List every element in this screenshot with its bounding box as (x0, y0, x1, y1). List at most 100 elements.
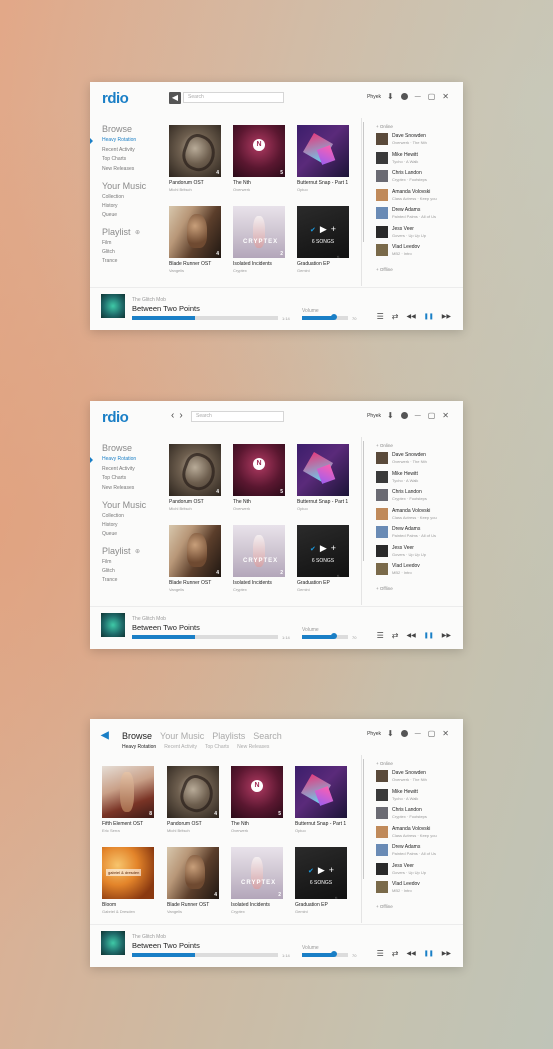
sidebar-item[interactable]: Recent Activity (102, 466, 135, 472)
sidebar-item[interactable]: Top Charts (102, 156, 126, 162)
album-title[interactable]: Butternut Snap - Part 1 (297, 499, 348, 505)
previous-icon[interactable]: ◀◀ (406, 950, 415, 957)
volume-slider[interactable] (302, 633, 348, 639)
forward-arrow-icon[interactable]: › (179, 410, 182, 421)
minimize-icon[interactable]: — (415, 413, 421, 419)
add-icon[interactable]: + (329, 865, 334, 875)
sidebar-item[interactable]: History (102, 203, 118, 209)
check-icon[interactable]: ✔ (310, 546, 316, 553)
sidebar-item[interactable]: Recent Activity (102, 147, 135, 153)
add-playlist-icon[interactable]: ⊕ (135, 548, 140, 555)
album-cover[interactable]: ✔ ▶ +6 SONGS ↖ (295, 847, 347, 899)
album-artist[interactable]: Gabriel & Dresden (102, 909, 135, 914)
album-artist[interactable]: Vangelis (169, 587, 184, 592)
user-name[interactable]: Phyek (367, 731, 381, 737)
album-artist[interactable]: Opiuo (295, 828, 306, 833)
subtab-3[interactable]: New Releases (237, 744, 269, 750)
album-title[interactable]: Graduation EP (295, 902, 328, 908)
album-cover[interactable] (297, 444, 349, 496)
album-title[interactable]: Pandorum OST (169, 499, 204, 505)
sidebar-item[interactable]: New Releases (102, 485, 134, 491)
album-artist[interactable]: Michl Britsch (169, 506, 192, 511)
album-cover[interactable] (295, 766, 347, 818)
now-playing-artist[interactable]: The Glitch Mob (132, 934, 166, 940)
tab-1[interactable]: Your Music (160, 731, 204, 741)
friend-item[interactable]: Drew Adams Painted Palms · All of Us (376, 844, 456, 858)
progress-bar[interactable] (132, 953, 278, 957)
album-cover[interactable]: N5 (233, 444, 285, 496)
close-icon[interactable]: ✕ (442, 729, 449, 738)
friend-item[interactable]: Jess Veer Govers · Up Up Up (376, 225, 456, 240)
friend-item[interactable]: Mike Hewitt Tycho · A Walk (376, 151, 456, 166)
scrollbar[interactable] (363, 441, 364, 561)
online-toggle[interactable]: + Online (376, 124, 393, 129)
close-icon[interactable]: ✕ (442, 411, 449, 420)
search-input[interactable]: Search (191, 411, 284, 422)
album-artist[interactable]: Michl Britsch (167, 828, 190, 833)
friend-item[interactable]: Dave Snowden Overwerk · The Nth (376, 133, 456, 147)
sidebar-item[interactable]: Queue (102, 531, 117, 537)
album-artist[interactable]: Gemini (295, 909, 308, 914)
subtab-2[interactable]: Top Charts (205, 744, 229, 750)
friend-item[interactable]: Chris Landon Cryptex · Footsteps (376, 489, 456, 503)
sidebar-item[interactable]: New Releases (102, 166, 134, 172)
now-playing-art[interactable] (101, 931, 125, 955)
search-input[interactable]: Search (183, 92, 284, 103)
section-your-music[interactable]: Your Music (102, 181, 146, 191)
add-playlist-icon[interactable]: ⊕ (135, 229, 140, 236)
volume-handle[interactable] (331, 633, 338, 639)
scrollbar[interactable] (363, 122, 364, 242)
album-title[interactable]: Graduation EP (297, 580, 330, 586)
section-browse[interactable]: Browse (102, 443, 132, 453)
album-title[interactable]: The Nth (233, 180, 251, 186)
friend-item[interactable]: Jess Veer Govers · Up Up Up (376, 862, 456, 877)
album-cover[interactable] (297, 125, 349, 177)
previous-icon[interactable]: ◀◀ (406, 313, 415, 320)
volume-slider[interactable] (302, 951, 348, 957)
maximize-icon[interactable]: ▢ (428, 411, 436, 420)
back-arrow-icon[interactable]: ◀ (101, 730, 109, 741)
queue-icon[interactable]: ☰ (377, 312, 384, 321)
friend-item[interactable]: Vlad Leedov MB2 · Intro (376, 244, 456, 258)
album-cover[interactable]: 4 (167, 766, 219, 818)
settings-icon[interactable] (400, 412, 408, 419)
sidebar-item[interactable]: Glitch (102, 568, 115, 574)
album-artist[interactable]: Gemini (297, 587, 310, 592)
album-title[interactable]: Fifth Element OST (102, 821, 143, 827)
friend-item[interactable]: Mike Hewitt Tycho · A Walk (376, 470, 456, 485)
album-artist[interactable]: Overwerk (233, 187, 250, 192)
tab-3[interactable]: Search (253, 731, 282, 741)
album-title[interactable]: Pandorum OST (167, 821, 202, 827)
offline-toggle[interactable]: + Offline (376, 904, 393, 909)
album-cover[interactable]: 4 (169, 206, 221, 258)
volume-handle[interactable] (331, 951, 338, 957)
album-cover[interactable]: 4 (169, 525, 221, 577)
queue-icon[interactable]: ☰ (377, 949, 384, 958)
album-cover[interactable]: CRYPTEX 2 (233, 206, 285, 258)
album-cover[interactable]: N5 (231, 766, 283, 818)
album-cover[interactable]: gabriel & dresden (102, 847, 154, 899)
album-artist[interactable]: Vangelis (167, 909, 182, 914)
album-artist[interactable]: Vangelis (169, 268, 184, 273)
friend-item[interactable]: Amanda Volovski Class Actress · Keep you (376, 507, 456, 522)
sidebar-item[interactable]: Heavy Rotation (90, 456, 136, 463)
album-cover[interactable]: 4 (167, 847, 219, 899)
user-name[interactable]: Phyek (367, 94, 381, 100)
close-icon[interactable]: ✕ (442, 92, 449, 101)
album-cover[interactable]: 8 (102, 766, 154, 818)
album-artist[interactable]: Overwerk (231, 828, 248, 833)
section-playlist[interactable]: Playlist (102, 227, 131, 237)
section-playlist[interactable]: Playlist (102, 546, 131, 556)
now-playing-art[interactable] (101, 294, 125, 318)
maximize-icon[interactable]: ▢ (428, 92, 436, 101)
section-browse[interactable]: Browse (102, 124, 132, 134)
download-icon[interactable]: ⬇ (387, 411, 394, 420)
sidebar-item[interactable]: Glitch (102, 249, 115, 255)
now-playing-artist[interactable]: The Glitch Mob (132, 297, 166, 303)
play-icon[interactable]: ▶ (320, 224, 327, 234)
album-artist[interactable]: Cryptex (233, 268, 247, 273)
repeat-icon[interactable]: ⇄ (392, 631, 399, 640)
rdio-logo[interactable]: rdio (102, 90, 129, 107)
friend-item[interactable]: Amanda Volovski Class Actress · Keep you (376, 825, 456, 840)
progress-bar[interactable] (132, 316, 278, 320)
